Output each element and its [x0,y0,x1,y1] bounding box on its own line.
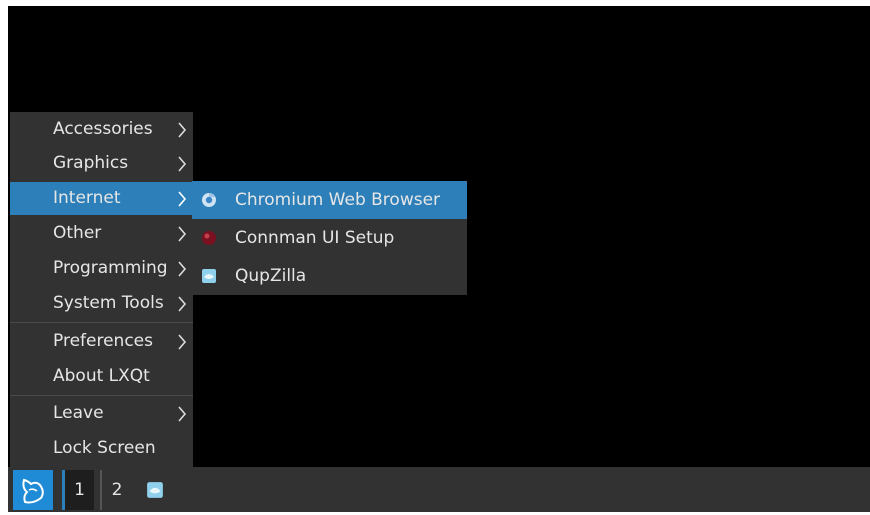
menu-item-lock-screen[interactable]: Lock Screen [10,432,193,465]
chevron-right-icon [178,334,187,350]
desktop-switch-2[interactable]: 2 [100,470,132,510]
menu-item-about-lxqt[interactable]: About LXQt [10,360,193,393]
chevron-right-icon [178,296,187,312]
menu-separator [10,322,193,323]
menu-item-label: About LXQt [53,366,150,386]
taskbar: 1 2 [8,467,870,512]
submenu-item-connman[interactable]: Connman UI Setup [192,219,467,257]
lxqt-logo-icon [22,478,44,504]
menu-item-internet[interactable]: Internet [10,182,193,215]
menu-item-label: Preferences [53,331,153,351]
chevron-right-icon [178,226,187,242]
desktop-switch-1[interactable]: 1 [62,470,94,510]
application-menu: Accessories Graphics Internet Other Prog… [10,112,193,467]
menu-item-label: Programming [53,258,168,278]
menu-item-accessories[interactable]: Accessories [10,113,193,146]
submenu-item-label: Chromium Web Browser [235,190,441,210]
menu-item-leave[interactable]: Leave [10,397,193,430]
submenu-item-chromium[interactable]: Chromium Web Browser [192,181,467,219]
qupzilla-icon [202,269,216,283]
internet-submenu: Chromium Web Browser Connman UI Setup Qu… [192,181,467,295]
chevron-right-icon [178,122,187,138]
submenu-item-qupzilla[interactable]: QupZilla [192,257,467,295]
connman-icon [202,231,216,245]
menu-item-graphics[interactable]: Graphics [10,147,193,180]
chevron-right-icon [178,261,187,277]
menu-item-system-tools[interactable]: System Tools [10,287,193,320]
start-menu-button[interactable] [13,470,53,510]
submenu-item-label: QupZilla [235,266,307,286]
chromium-icon [202,192,216,207]
menu-item-label: Internet [53,188,121,208]
menu-item-label: Other [53,223,102,243]
chevron-right-icon [178,156,187,172]
menu-separator [10,395,193,396]
menu-item-other[interactable]: Other [10,217,193,250]
menu-item-label: System Tools [53,293,164,313]
menu-item-programming[interactable]: Programming [10,252,193,285]
menu-item-label: Graphics [53,153,129,173]
menu-item-label: Leave [53,403,104,423]
menu-item-label: Lock Screen [53,438,156,458]
chevron-right-icon [178,406,187,422]
menu-item-preferences[interactable]: Preferences [10,325,193,358]
menu-item-label: Accessories [53,119,153,139]
submenu-item-label: Connman UI Setup [235,228,395,248]
qupzilla-task-icon[interactable] [146,481,164,499]
chevron-right-icon [178,191,187,207]
